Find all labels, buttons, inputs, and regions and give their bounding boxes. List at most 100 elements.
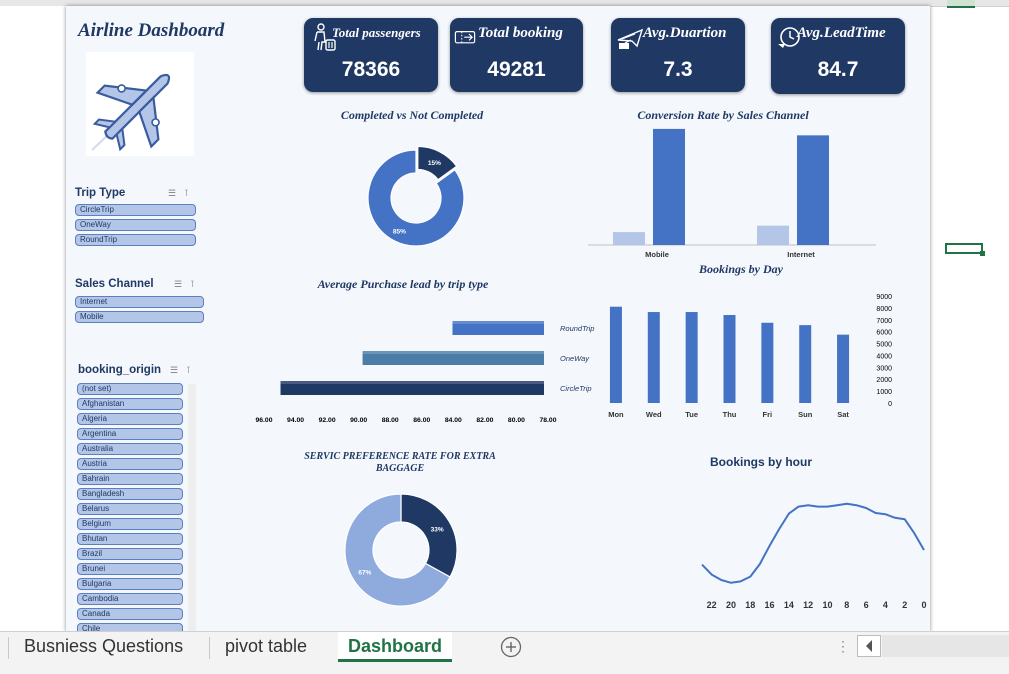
slicer-item-origin[interactable]: Austria [77,458,183,470]
x-tick-label: 80.00 [508,417,525,422]
clear-filter-icon[interactable]: ⊺ [184,188,189,198]
plus-circle-icon[interactable] [500,636,522,658]
lead-bar-highlight [280,381,544,384]
tab-divider [209,637,210,659]
chart-completed-donut: 85% 15% [367,145,465,247]
chart-title-baggage: SERVIC PREFERENCE RATE FOR EXTRA BAGGAGE [304,451,496,474]
slicer-item-origin[interactable]: (not set) [77,383,183,395]
scroll-left-button[interactable] [857,635,881,657]
slicer-item-roundtrip[interactable]: RoundTrip [75,234,196,246]
fill-handle[interactable] [980,251,985,256]
clear-filter-icon[interactable]: ⊺ [190,279,195,289]
slicer-item-origin[interactable]: Australia [77,443,183,455]
slicer-trip-type: Trip Type ☰ ⊺ CircleTrip OneWay RoundTri… [72,184,202,254]
slicer-item-origin[interactable]: Belgium [77,518,183,530]
slicer-trip-type-title: Trip Type [75,187,126,199]
slicer-item-origin[interactable]: Belarus [77,503,183,515]
kpi-value: 7.3 [663,58,693,81]
chart-by-day-bars: 0 1000 2000 3000 4000 5000 6000 7000 8000 9000 Mon… [608,294,892,419]
y-tick-label: 0 [888,401,892,408]
tab-divider [8,637,9,659]
kpi-card-avg-duration: Avg.Duartion 7.3 [611,18,745,92]
hour-line-series [701,502,925,584]
slicer-item-origin[interactable]: Cambodia [77,593,183,605]
x-tick-label: 82.00 [476,417,493,422]
tab-busniess-questions[interactable]: Busniess Questions [24,632,183,662]
slicer-item-circletrip[interactable]: CircleTrip [75,204,196,216]
slicer-item-origin[interactable]: Bulgaria [77,578,183,590]
y-tick-label: 3000 [876,365,892,372]
donut-data-label: 15% [428,160,441,167]
x-tick-label: 0 [921,600,926,610]
selected-cell[interactable] [945,243,983,254]
tab-pivot-table[interactable]: pivot table [225,632,307,662]
airplane-ticket-icon [617,28,644,49]
y-tick-label: 4000 [876,353,892,360]
day-bar [647,312,660,403]
slicer-item-origin[interactable]: Afghanistan [77,398,183,410]
slicer-item-internet[interactable]: Internet [75,296,204,308]
slicer-sales-channel-title: Sales Channel [75,278,154,290]
conversion-bar [613,232,645,245]
slicer-item-origin[interactable]: Argentina [77,428,183,440]
x-tick-label: Wed [646,410,662,419]
day-bar [723,315,736,403]
slicer-booking-origin-title: booking_origin [78,364,162,376]
clear-filter-icon[interactable]: ⊺ [186,365,191,375]
x-tick-label: Mobile [645,250,669,259]
day-bar [761,322,774,403]
y-tick-label: 1000 [876,389,892,396]
slicer-item-oneway[interactable]: OneWay [75,219,196,231]
multi-select-icon[interactable]: ☰ [174,279,182,289]
y-tick-label: 6000 [876,330,892,337]
kpi-card-avg-leadtime: Avg.LeadTime 84.7 [771,18,905,94]
multi-select-icon[interactable]: ☰ [168,188,176,198]
x-tick-label: 14 [784,600,794,610]
tab-split-handle[interactable]: ⋮ [836,638,850,655]
slicer-item-mobile[interactable]: Mobile [75,311,204,323]
x-tick-label: Sun [798,410,813,419]
x-tick-label: 16 [765,600,775,610]
slicer-item-origin[interactable]: Algeria [77,413,183,425]
day-bar [837,334,850,403]
slicer-item-origin[interactable]: Brazil [77,548,183,560]
chart-purchase-lead-bars: 96.00 94.00 92.00 90.00 88.00 86.00 84.00 82.00… [255,321,594,422]
slicer-origin-list: (not set) Afghanistan Algeria Argentina Aust… [77,383,185,632]
day-bar [799,325,812,403]
x-tick-label: 86.00 [413,417,430,422]
y-tick-label: 8000 [876,306,892,313]
ticket-icon [454,31,476,44]
kpi-value: 78366 [341,58,401,81]
kpi-label: Total booking [478,25,563,41]
active-column-header[interactable] [947,0,975,8]
slicer-item-origin[interactable]: Canada [77,608,183,620]
lead-bar-highlight [452,321,544,324]
chart-conversion-bars: 0.00%10.00%20.00%30.00%40.00%50.00%60.00… [588,128,876,259]
lead-bar-highlight [362,351,544,354]
x-tick-label: 78.00 [539,417,556,422]
multi-select-icon[interactable]: ☰ [170,365,178,375]
x-tick-label: Internet [787,250,815,259]
slicer-item-origin[interactable]: Bangladesh [77,488,183,500]
chart-title-completed: Completed vs Not Completed [340,108,484,122]
horizontal-scrollbar[interactable] [882,635,1009,657]
x-tick-label: 10 [822,600,832,610]
dashboard-panel: Airline Dashboard Trip Type ☰ ⊺ CircleTr… [66,6,930,632]
x-tick-label: Fri [763,410,773,419]
slicer-item-origin[interactable]: Bahrain [77,473,183,485]
donut-data-label: 85% [393,229,406,236]
slicer-item-origin[interactable]: Brunei [77,563,183,575]
slicer-item-origin[interactable]: Bhutan [77,533,183,545]
slicer-scrollbar[interactable] [188,384,196,632]
y-tick-label: 5000 [876,342,892,349]
chart-baggage-donut: 33% 67% [344,493,458,607]
y-tick-label: 7000 [876,318,892,325]
x-tick-label: 84.00 [445,417,462,422]
sheet-grid-left[interactable] [0,6,66,632]
x-tick-label: 4 [883,600,888,610]
kpi-value: 84.7 [817,58,859,81]
y-tick-label: 2000 [876,377,892,384]
tab-dashboard[interactable]: Dashboard [338,632,453,662]
chart-by-hour-line: 050010001500200025003000350022 20 18 16 14 12… [701,502,927,610]
x-tick-label: Sat [837,410,849,419]
